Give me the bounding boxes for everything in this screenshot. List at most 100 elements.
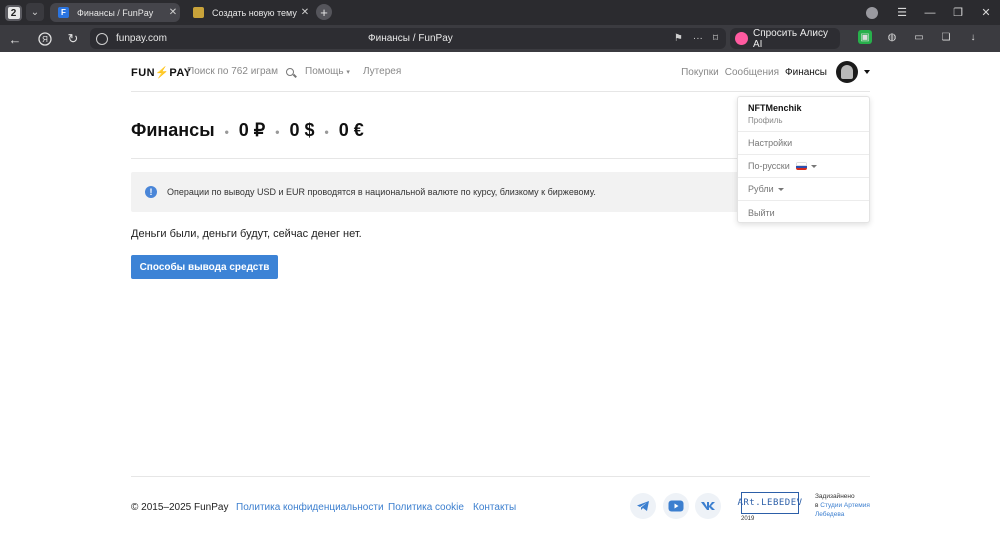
- telegram-icon[interactable]: [630, 493, 656, 519]
- extension-lock-icon[interactable]: ▣: [858, 30, 872, 44]
- page-title: Финансы • 0 ₽ • 0 $ • 0 €: [131, 120, 364, 141]
- artlebedev-logo[interactable]: ARt.LEBEDEV: [737, 492, 802, 514]
- balance-eur: 0 €: [338, 120, 364, 140]
- russia-flag-icon: [795, 162, 807, 170]
- empty-balance-text: Деньги были, деньги будут, сейчас денег …: [131, 228, 362, 240]
- helmet-icon: [841, 65, 853, 79]
- site-security-icon[interactable]: [96, 32, 108, 45]
- translate-icon[interactable]: ⚑: [674, 33, 683, 44]
- dropdown-currency-item[interactable]: Рубли: [738, 178, 869, 201]
- tab-title: Создать новую тему - Re: [212, 7, 298, 18]
- designed-line1: Задизайнено: [815, 493, 855, 500]
- profile-label: Профиль: [748, 116, 783, 125]
- site-footer: © 2015–2025 FunPay Политика конфиденциал…: [131, 490, 870, 526]
- url-field[interactable]: funpay.com Финансы / FunPay ⚑ ··· ⌑: [90, 28, 726, 49]
- browser-tab-bar: 2 ⌄ F Финансы / FunPay ✕ Создать новую т…: [0, 0, 1000, 25]
- logo-part-fun: FUN: [131, 67, 156, 79]
- back-arrow-icon[interactable]: ←: [6, 30, 24, 48]
- forum-favicon-icon: [193, 7, 204, 18]
- info-icon: !: [145, 186, 157, 198]
- tab-funpay-finances[interactable]: F Финансы / FunPay ✕: [50, 3, 180, 22]
- tabs-menu-chevron-icon[interactable]: ⌄: [26, 3, 44, 21]
- page: FUN⚡PAY Поиск по 762 играм Помощь ▾ Луте…: [0, 52, 1000, 535]
- nav-help-menu[interactable]: Помощь ▾: [305, 66, 350, 77]
- tab-count-label: 2: [7, 7, 20, 19]
- restore-icon[interactable]: ❐: [944, 6, 972, 19]
- ask-alice-label: Спросить Алису AI: [752, 27, 828, 50]
- funpay-logo[interactable]: FUN⚡PAY: [131, 66, 192, 79]
- withdraw-methods-button[interactable]: Способы вывода средств: [131, 255, 278, 279]
- url-actions: ⚑ ··· ⌑: [674, 33, 718, 44]
- title-separator: •: [275, 125, 280, 139]
- nav-messages-link[interactable]: Сообщения: [725, 67, 779, 78]
- collections-icon[interactable]: ❏: [939, 30, 953, 44]
- studio-link[interactable]: Студии Артемия Лебедева: [815, 502, 870, 518]
- balance-rub: 0 ₽: [238, 120, 266, 140]
- footer-divider: [131, 476, 870, 477]
- chevron-down-icon: [810, 164, 817, 168]
- artlebedev-year: 2019: [741, 516, 755, 522]
- username: NFTMenchik: [748, 103, 802, 113]
- site-header: FUN⚡PAY Поиск по 762 играм Помощь ▾ Луте…: [131, 52, 870, 92]
- search-icon[interactable]: [285, 67, 294, 76]
- search-field[interactable]: Поиск по 762 играм: [187, 66, 294, 77]
- nav-purchases-link[interactable]: Покупки: [681, 67, 719, 78]
- tab-close-icon[interactable]: ✕: [166, 7, 180, 18]
- user-nav: Покупки Сообщения Финансы: [675, 61, 870, 83]
- tab-create-topic[interactable]: Создать новую тему - Re ✕: [185, 3, 312, 22]
- notice-text: Операции по выводу USD и EUR проводятся …: [167, 187, 596, 197]
- currency-label: Рубли: [748, 184, 774, 194]
- profile-icon[interactable]: [866, 6, 878, 19]
- cookie-policy-link[interactable]: Политика cookie: [388, 502, 464, 513]
- title-separator: •: [324, 125, 329, 139]
- window-controls: ☰ — ❐ ✕: [866, 0, 1000, 25]
- extension-icons: ▣ ◍ ▭ ❏ ↓: [858, 30, 980, 44]
- close-window-icon[interactable]: ✕: [972, 6, 1000, 19]
- vk-icon[interactable]: [695, 493, 721, 519]
- contacts-link[interactable]: Контакты: [473, 502, 516, 513]
- balance-usd: 0 $: [289, 120, 315, 140]
- dropdown-language-item[interactable]: По-русски: [738, 155, 869, 178]
- chevron-down-icon: ▾: [346, 69, 350, 76]
- yandex-icon[interactable]: Я: [36, 30, 54, 48]
- page-title-text: Финансы: [131, 120, 215, 140]
- bookmark-icon[interactable]: ⌑: [713, 33, 718, 44]
- funpay-favicon-icon: F: [58, 7, 69, 18]
- menu-icon[interactable]: ☰: [888, 6, 916, 19]
- privacy-policy-link[interactable]: Политика конфиденциальности: [236, 502, 384, 513]
- nav-finances-link[interactable]: Финансы: [785, 67, 827, 78]
- url-host: funpay.com: [116, 33, 167, 44]
- user-dropdown-menu: NFTMenchik Профиль Настройки По-русски Р…: [737, 96, 870, 223]
- browser-address-bar: ← Я ↻ funpay.com Финансы / FunPay ⚑ ··· …: [0, 25, 1000, 52]
- more-dots-icon[interactable]: ···: [693, 33, 703, 44]
- title-separator: •: [224, 125, 229, 139]
- nav-help-label: Помощь: [305, 66, 344, 77]
- dropdown-logout-item[interactable]: Выйти: [738, 201, 869, 224]
- tab-title: Финансы / FunPay: [77, 7, 154, 18]
- minimize-icon[interactable]: —: [916, 7, 944, 19]
- copyright-text: © 2015–2025 FunPay: [131, 502, 229, 513]
- avatar[interactable]: [836, 61, 858, 83]
- ask-alice-button[interactable]: Спросить Алису AI: [730, 27, 840, 50]
- reload-icon[interactable]: ↻: [64, 30, 82, 48]
- nav-lottery-link[interactable]: Лутерея: [363, 66, 401, 77]
- svg-text:Я: Я: [42, 35, 48, 44]
- alice-icon: [735, 32, 748, 45]
- url-page-title: Финансы / FunPay: [368, 33, 453, 44]
- globe-icon[interactable]: ◍: [885, 30, 899, 44]
- dropdown-settings-item[interactable]: Настройки: [738, 132, 869, 155]
- chevron-down-icon: [777, 187, 784, 191]
- new-tab-plus-icon[interactable]: +: [316, 4, 332, 20]
- user-menu-chevron-icon[interactable]: [864, 70, 870, 74]
- battery-icon[interactable]: ▭: [912, 30, 926, 44]
- tab-count-button[interactable]: 2: [5, 5, 22, 21]
- logo-lightning-icon: ⚡: [155, 67, 170, 79]
- dropdown-profile-item[interactable]: NFTMenchik Профиль: [738, 97, 869, 132]
- designed-by-text: Задизайнено в Студии Артемия Лебедева: [815, 492, 873, 519]
- download-icon[interactable]: ↓: [966, 30, 980, 44]
- tab-close-icon[interactable]: ✕: [298, 7, 312, 18]
- search-placeholder: Поиск по 762 играм: [187, 66, 278, 77]
- designed-in: в: [815, 502, 819, 510]
- youtube-icon[interactable]: [663, 493, 689, 519]
- language-label: По-русски: [748, 161, 790, 171]
